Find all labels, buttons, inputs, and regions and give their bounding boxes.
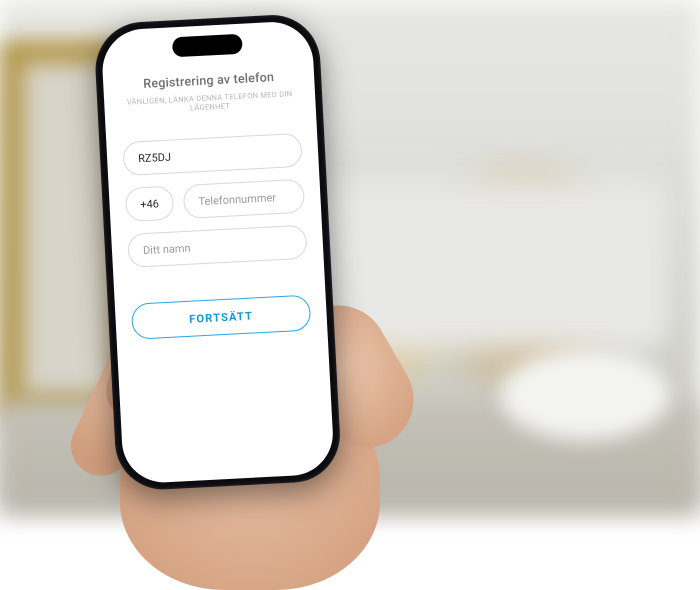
name-input[interactable]: Ditt namn xyxy=(127,225,308,268)
phone-screen: Registrering av telefon Vänligen, länka … xyxy=(100,20,334,484)
dynamic-island xyxy=(171,34,242,58)
phone-number-placeholder: Telefonnummer xyxy=(198,191,276,208)
coffee-table xyxy=(500,350,670,440)
phone-number-input[interactable]: Telefonnummer xyxy=(183,179,306,219)
page-subtitle: Vänligen, länka denna telefon med din lä… xyxy=(120,89,300,116)
dial-code-select[interactable]: +46 xyxy=(125,186,175,222)
phone-device: Registrering av telefon Vänligen, länka … xyxy=(93,13,342,492)
registration-form: Registrering av telefon Vänligen, länka … xyxy=(103,68,335,484)
apartment-code-value: RZ5DJ xyxy=(138,150,171,165)
apartment-code-input[interactable]: RZ5DJ xyxy=(122,133,303,176)
continue-button-label: Fortsätt xyxy=(189,309,253,325)
name-placeholder: Ditt namn xyxy=(143,241,191,256)
dial-code-value: +46 xyxy=(140,197,159,211)
continue-button[interactable]: Fortsätt xyxy=(131,295,312,340)
